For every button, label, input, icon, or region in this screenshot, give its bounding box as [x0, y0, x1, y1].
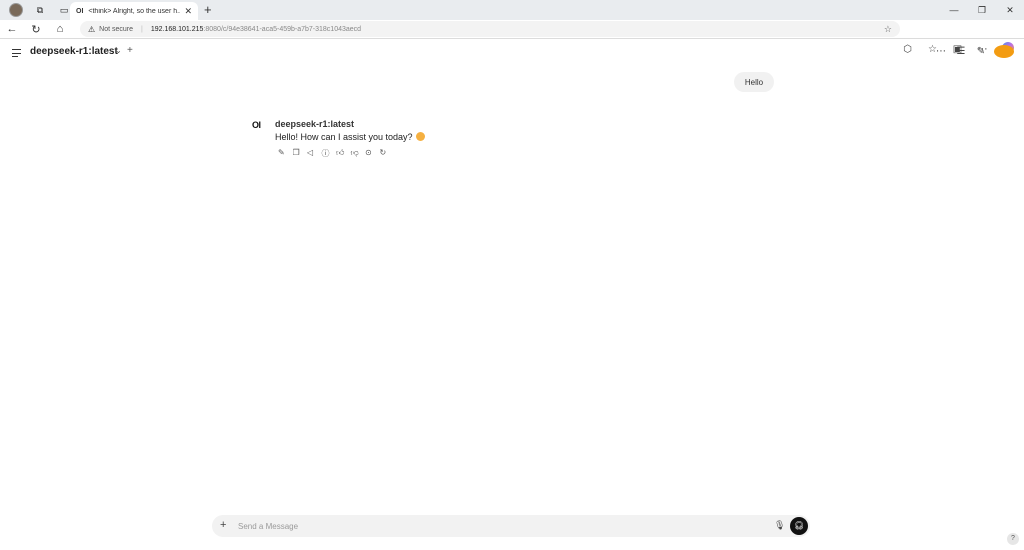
browser-tabbar: ⧉ ▭ OI <think> Alright, so the user h...…: [0, 0, 1024, 20]
refresh-icon[interactable]: ↻: [24, 23, 48, 36]
close-tab-icon[interactable]: ✕: [184, 6, 192, 17]
tab-title: <think> Alright, so the user h...: [88, 7, 181, 15]
thumbs-down-icon[interactable]: 👎︎: [351, 148, 366, 159]
user-message-bubble: Hello: [734, 72, 774, 92]
browser-toolbar: ← ↻ ⌂ ⚠ Not secure | 192.168.101.215 :80…: [0, 20, 1024, 55]
tab-favicon: OI: [76, 7, 84, 15]
new-chat-icon[interactable]: ✎: [971, 46, 991, 57]
minimize-icon[interactable]: —: [940, 0, 968, 20]
sidebar-menu-icon[interactable]: [12, 49, 21, 57]
more-options-icon[interactable]: ⋯: [931, 46, 951, 57]
home-icon[interactable]: ⌂: [48, 23, 72, 35]
new-tab-icon[interactable]: +: [204, 2, 212, 17]
restore-icon[interactable]: ❐: [968, 0, 996, 20]
header-actions: ⋯ ☰ ✎: [931, 45, 1014, 58]
smile-emoji-icon: [415, 132, 425, 141]
continue-icon[interactable]: ⊙: [365, 148, 380, 159]
warning-icon: ⚠: [88, 24, 96, 34]
copy-icon[interactable]: ❐: [293, 148, 308, 159]
help-button[interactable]: ?: [1007, 533, 1019, 545]
workspaces-icon[interactable]: ⧉: [32, 2, 48, 18]
edit-icon[interactable]: ✎: [278, 148, 293, 159]
favorite-star-icon[interactable]: ☆: [884, 24, 892, 35]
url-host: 192.168.101.215: [150, 25, 204, 33]
window-controls: — ❐ ✕: [940, 0, 1024, 20]
not-secure-label: Not secure: [99, 25, 134, 33]
user-avatar[interactable]: [994, 45, 1014, 58]
profile-icon[interactable]: [8, 2, 24, 18]
info-icon[interactable]: ⓘ: [322, 148, 337, 159]
url-path: :8080/c/94e38641-aca5-459b-a7b7-318c1043…: [203, 25, 362, 33]
voice-mode-button[interactable]: 🎧︎: [790, 517, 808, 535]
close-window-icon[interactable]: ✕: [996, 0, 1024, 20]
address-bar[interactable]: ⚠ Not secure | 192.168.101.215 :8080/c/9…: [80, 21, 900, 37]
message-composer: + 🎙︎ 🎧︎: [212, 515, 810, 537]
thumbs-up-icon[interactable]: 👍︎: [336, 148, 351, 159]
bot-message: Hello! How can I assist you today?: [275, 132, 425, 142]
model-selector[interactable]: deepseek-r1:latest: [30, 46, 118, 57]
bot-avatar: OI: [252, 120, 261, 130]
message-input[interactable]: [238, 519, 758, 533]
bot-name: deepseek-r1:latest: [275, 119, 355, 129]
speaker-icon[interactable]: ◁: [307, 148, 322, 159]
attach-plus-icon[interactable]: +: [220, 519, 226, 531]
chevron-down-icon[interactable]: ⌄: [115, 46, 122, 55]
microphone-icon[interactable]: 🎙︎: [774, 520, 785, 531]
bot-message-text: Hello! How can I assist you today?: [275, 132, 413, 142]
app-header: deepseek-r1:latest ⌄ + ⋯ ☰ ✎: [0, 40, 1024, 66]
browser-tab[interactable]: OI <think> Alright, so the user h... ✕: [70, 2, 198, 20]
back-icon[interactable]: ←: [0, 23, 24, 35]
message-actions: ✎ ❐ ◁ ⓘ 👍︎ 👎︎ ⊙ ↻: [278, 148, 394, 159]
add-model-icon[interactable]: +: [127, 45, 133, 56]
regenerate-icon[interactable]: ↻: [380, 148, 395, 159]
controls-icon[interactable]: ☰: [951, 46, 971, 57]
